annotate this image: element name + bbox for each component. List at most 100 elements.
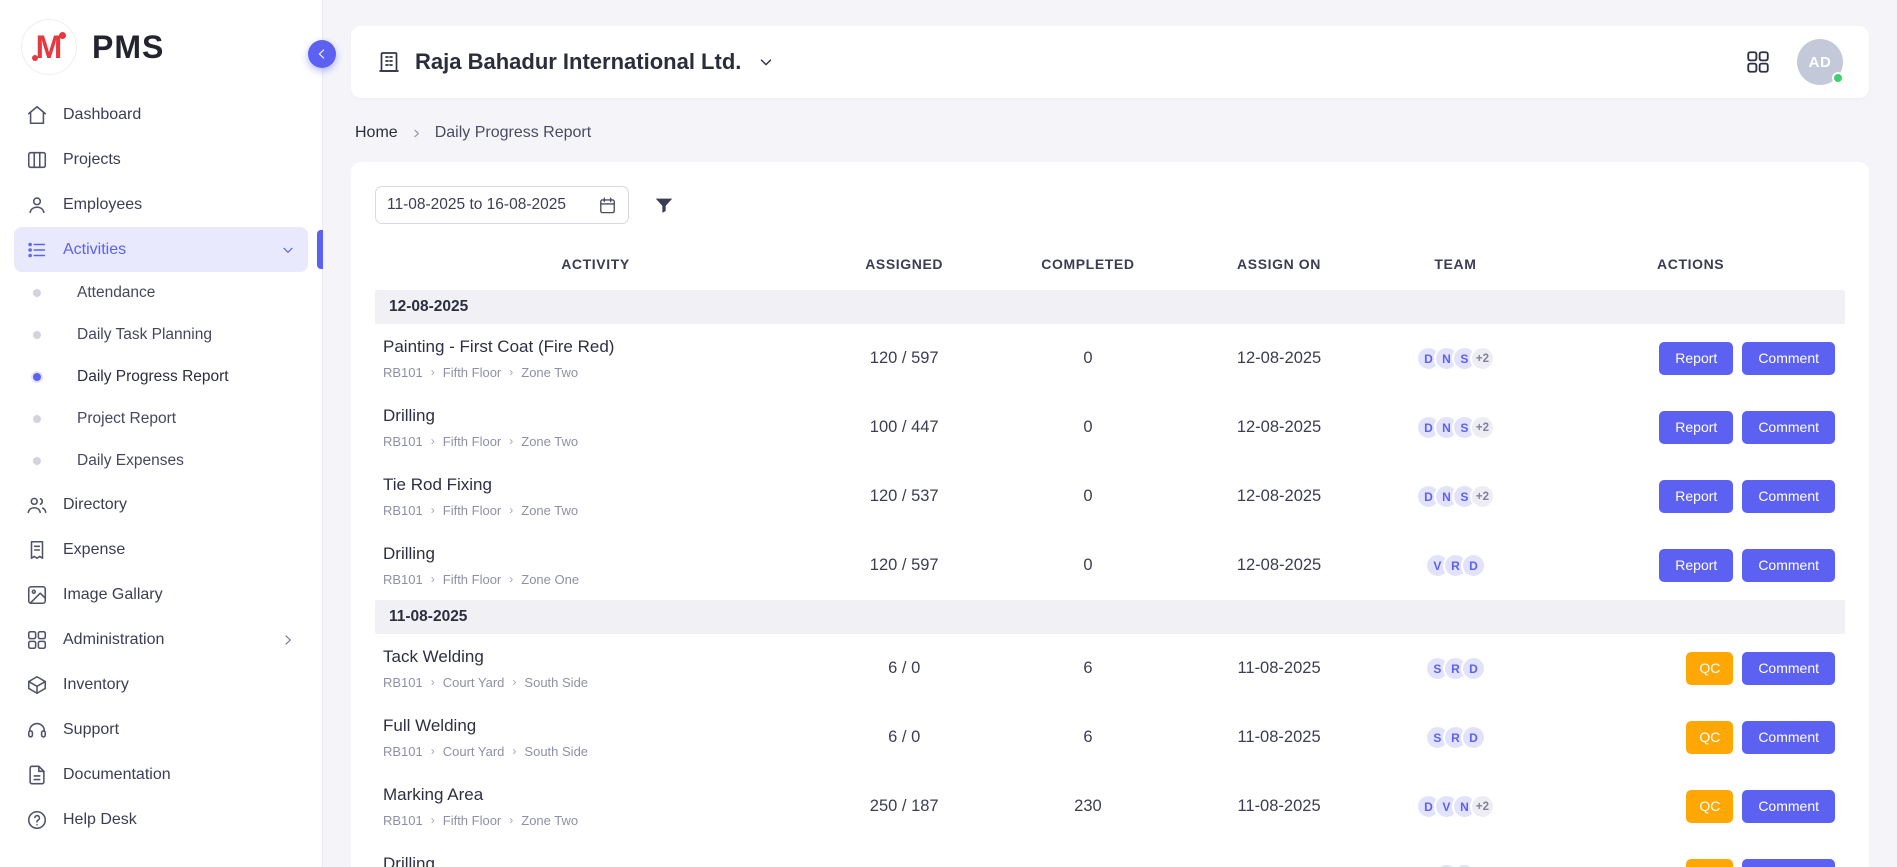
report-card: 11-08-2025 to 16-08-2025 ACTIVITY ASSIGN… [351, 162, 1869, 867]
sidebar-item-support[interactable]: Support [14, 707, 308, 752]
row-actions: Report Comment [1544, 480, 1837, 512]
sidebar-item-employees[interactable]: Employees [14, 182, 308, 227]
bullet-dot [33, 415, 41, 423]
breadcrumb: Home Daily Progress Report [355, 124, 1865, 142]
row-actions: Report Comment [1544, 342, 1837, 374]
team-avatar: D [1461, 656, 1486, 681]
chevron-right-icon: › [431, 366, 435, 378]
sidebar-item-dashboard[interactable]: Dashboard [14, 92, 308, 137]
comment-button[interactable]: Comment [1742, 652, 1835, 684]
team-extra-badge: +2 [1470, 415, 1495, 440]
comment-button[interactable]: Comment [1742, 721, 1835, 753]
sidebar-item-documentation[interactable]: Documentation [14, 752, 308, 797]
sidebar-subitem-project-report[interactable]: Project Report [14, 398, 308, 440]
sidebar-item-image-gallary[interactable]: Image Gallary [14, 572, 308, 617]
table-row: Painting - First Coat (Fire Red) RB101›F… [375, 324, 1845, 393]
activity-title: Drilling [383, 544, 808, 564]
activity-title: Tack Welding [383, 647, 808, 667]
activity-path: RB101›Fifth Floor›Zone Two [383, 365, 808, 380]
path-segment: RB101 [383, 434, 423, 449]
qc-button[interactable]: QC [1686, 652, 1733, 684]
team-avatars: DVN+2 [1383, 794, 1529, 819]
report-button[interactable]: Report [1659, 342, 1733, 374]
activity-path: RB101›Fifth Floor›Zone One [383, 572, 808, 587]
assigned-value: 250 / 187 [816, 772, 992, 841]
path-segment: Fifth Floor [443, 365, 502, 380]
team-avatars: SRD [1383, 656, 1529, 681]
date-group-row: 11-08-2025 [375, 600, 1845, 634]
path-segment: Fifth Floor [443, 813, 502, 828]
row-actions: QC Comment [1544, 652, 1837, 684]
path-segment: Court Yard [443, 744, 505, 759]
assigned-value: 120 / 597 [816, 324, 992, 393]
path-segment: South Side [524, 675, 588, 690]
sidebar-item-directory[interactable]: Directory [14, 482, 308, 527]
sidebar-item-expense[interactable]: Expense [14, 527, 308, 572]
chevron-right-icon: › [431, 573, 435, 585]
chevron-right-icon: › [512, 745, 516, 757]
avatar-initials: AD [1809, 54, 1832, 71]
comment-button[interactable]: Comment [1742, 411, 1835, 443]
activity-path: RB101›Fifth Floor›Zone Two [383, 503, 808, 518]
activity-title: Drilling [383, 854, 808, 867]
comment-button[interactable]: Comment [1742, 480, 1835, 512]
comment-button[interactable]: Comment [1742, 549, 1835, 581]
chevron-down-icon [757, 53, 775, 71]
chevron-right-icon: › [431, 745, 435, 757]
sidebar-item-inventory[interactable]: Inventory [14, 662, 308, 707]
sidebar: M PMS Dashboard Projects Employees Activ… [0, 0, 323, 867]
report-button[interactable]: Report [1659, 480, 1733, 512]
row-actions: QC Comment [1544, 721, 1837, 753]
qc-button[interactable]: QC [1686, 859, 1733, 867]
completed-value: 0 [992, 324, 1183, 393]
sidebar-item-administration[interactable]: Administration [14, 617, 308, 662]
path-segment: RB101 [383, 503, 423, 518]
sidebar-subitem-attendance[interactable]: Attendance [14, 272, 308, 314]
sidebar-item-activities[interactable]: Activities [14, 227, 308, 272]
user-avatar[interactable]: AD [1797, 39, 1843, 85]
comment-button[interactable]: Comment [1742, 859, 1835, 867]
chevron-right-icon [280, 632, 296, 648]
sidebar-item-projects[interactable]: Projects [14, 137, 308, 182]
breadcrumb-home-link[interactable]: Home [355, 124, 398, 142]
logo-mark: M [22, 20, 76, 74]
team-avatars: SRD [1383, 725, 1529, 750]
team-avatars: DNS+2 [1383, 415, 1529, 440]
column-header-actions: ACTIONS [1536, 240, 1845, 290]
bullet-dot [33, 289, 41, 297]
chevron-right-icon: › [431, 435, 435, 447]
sidebar-subitem-daily-progress-report[interactable]: Daily Progress Report [14, 356, 308, 398]
logo: M PMS [14, 0, 308, 92]
assigned-value: 6 / 0 [816, 634, 992, 703]
employees-icon [26, 194, 48, 216]
comment-button[interactable]: Comment [1742, 790, 1835, 822]
comment-button[interactable]: Comment [1742, 342, 1835, 374]
assign-on-value: 11-08-2025 [1183, 634, 1374, 703]
qc-button[interactable]: QC [1686, 790, 1733, 822]
filter-row: 11-08-2025 to 16-08-2025 [375, 186, 1845, 224]
report-button[interactable]: Report [1659, 549, 1733, 581]
path-segment: Zone One [521, 572, 579, 587]
apps-grid-icon[interactable] [1745, 49, 1771, 75]
sidebar-item-label: Support [63, 721, 119, 739]
report-button[interactable]: Report [1659, 411, 1733, 443]
chevron-right-icon: › [509, 435, 513, 447]
sidebar-item-label: Administration [63, 631, 164, 649]
activity-title: Painting - First Coat (Fire Red) [383, 337, 808, 357]
sidebar-subitem-daily-task-planning[interactable]: Daily Task Planning [14, 314, 308, 356]
path-segment: RB101 [383, 675, 423, 690]
company-selector[interactable]: Raja Bahadur International Ltd. [377, 49, 775, 75]
date-range-input[interactable]: 11-08-2025 to 16-08-2025 [375, 186, 629, 224]
team-avatars: VRD [1383, 553, 1529, 578]
inventory-icon [26, 674, 48, 696]
filter-funnel-icon[interactable] [653, 194, 675, 216]
path-segment: Fifth Floor [443, 434, 502, 449]
sidebar-subitem-daily-expenses[interactable]: Daily Expenses [14, 440, 308, 482]
sidebar-item-label: Image Gallary [63, 586, 163, 604]
qc-button[interactable]: QC [1686, 721, 1733, 753]
team-avatar: D [1461, 725, 1486, 750]
bullet-dot [33, 457, 41, 465]
sidebar-item-label: Expense [63, 541, 125, 559]
sidebar-item-help-desk[interactable]: Help Desk [14, 797, 308, 842]
sidebar-collapse-button[interactable] [308, 40, 336, 68]
